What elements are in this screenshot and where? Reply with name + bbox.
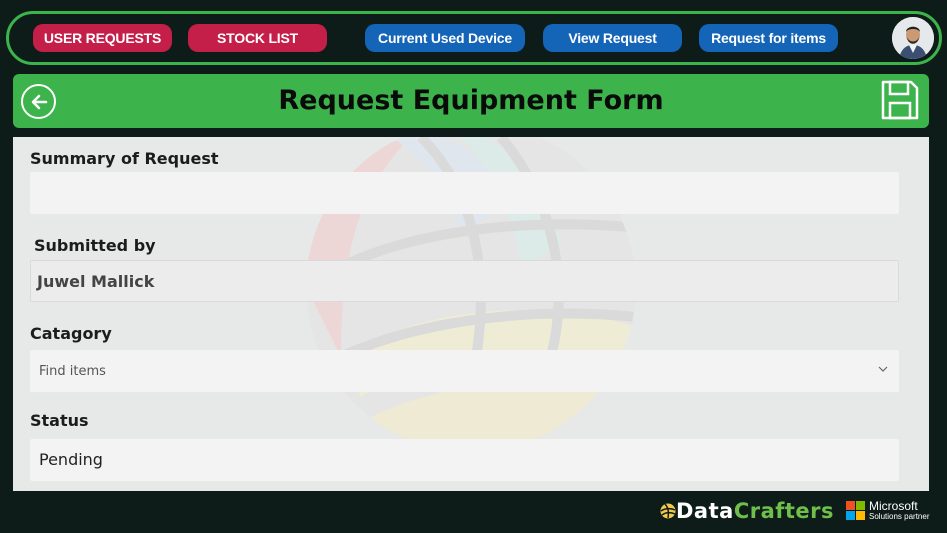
save-icon[interactable] xyxy=(881,80,919,120)
category-dropdown[interactable]: Find items xyxy=(30,350,899,392)
brand-data-text: Data xyxy=(676,499,734,523)
page-title: Request Equipment Form xyxy=(278,85,664,116)
top-navigation-bar: USER REQUESTS STOCK LIST Current Used De… xyxy=(6,11,942,65)
submitted-by-value: Juwel Mallick xyxy=(37,272,155,291)
stock-list-button[interactable]: STOCK LIST xyxy=(188,24,327,52)
user-requests-button[interactable]: USER REQUESTS xyxy=(33,24,172,52)
datacrafters-ball-icon xyxy=(660,503,676,519)
microsoft-partner-badge: Microsoft Solutions partner xyxy=(846,500,929,521)
microsoft-text: Microsoft xyxy=(869,499,918,513)
datacrafters-logo: Data Crafters xyxy=(660,498,834,524)
category-placeholder: Find items xyxy=(39,364,106,379)
status-value: Pending xyxy=(39,450,103,469)
status-label: Status xyxy=(30,411,89,430)
user-avatar[interactable] xyxy=(892,17,934,59)
current-used-device-button[interactable]: Current Used Device xyxy=(365,24,525,52)
summary-input[interactable] xyxy=(30,172,899,214)
submitted-by-label: Submitted by xyxy=(34,236,156,255)
view-request-button[interactable]: View Request xyxy=(543,24,682,52)
request-for-items-button[interactable]: Request for items xyxy=(699,24,838,52)
microsoft-logo xyxy=(846,501,865,520)
summary-label: Summary of Request xyxy=(30,149,219,168)
form-header: Request Equipment Form xyxy=(13,74,929,128)
submitted-by-field: Juwel Mallick xyxy=(30,260,899,302)
brand-crafters-text: Crafters xyxy=(733,499,835,523)
solutions-partner-text: Solutions partner xyxy=(869,512,930,521)
category-label: Catagory xyxy=(30,324,112,343)
status-field[interactable]: Pending xyxy=(30,439,899,481)
form-panel: Summary of Request Submitted by Juwel Ma… xyxy=(13,137,929,491)
chevron-down-icon[interactable] xyxy=(877,363,889,375)
